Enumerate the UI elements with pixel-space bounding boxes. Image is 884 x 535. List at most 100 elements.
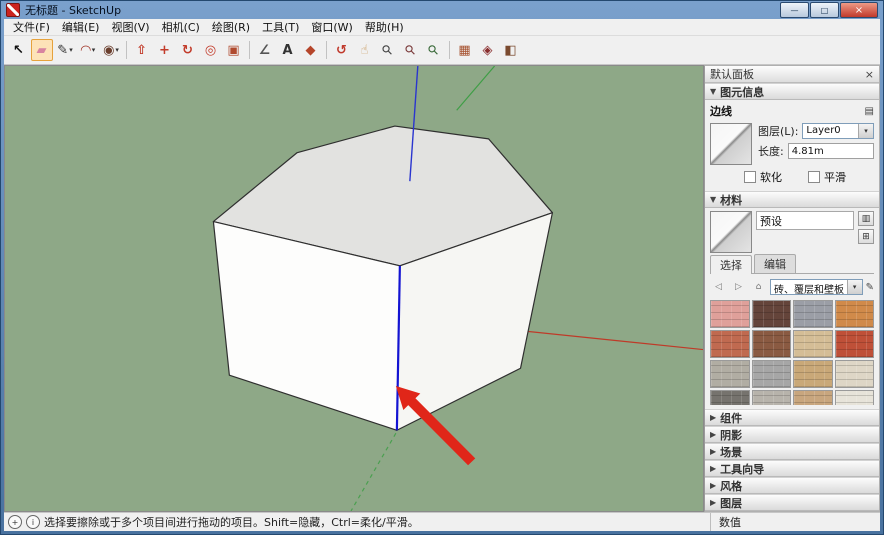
title-bar[interactable]: 无标题 - SketchUp — □ × [4, 1, 880, 19]
section-components[interactable]: ▶ 组件 [705, 409, 879, 426]
block-gray[interactable] [710, 360, 750, 388]
brick-pink-grid[interactable] [710, 300, 750, 328]
brick-cream[interactable] [835, 360, 875, 388]
entity-info-title: 图元信息 [720, 84, 764, 100]
brick-tan[interactable] [793, 360, 833, 388]
menu-item[interactable]: 文件(F) [7, 18, 56, 36]
siding-white[interactable] [835, 390, 875, 405]
menu-item[interactable]: 编辑(E) [56, 18, 106, 36]
zoom-window-button[interactable]: ⚲ [400, 39, 422, 61]
tape-measure-icon: ∠ [259, 44, 271, 57]
length-label: 长度: [758, 143, 784, 159]
tab-edit[interactable]: 编辑 [754, 254, 796, 273]
toolbar-separator[interactable] [326, 41, 327, 59]
collapse-arrow-icon: ▶ [710, 481, 716, 490]
brick-dark-brown[interactable] [752, 300, 792, 328]
brick-red[interactable] [835, 330, 875, 358]
brick-gray-mixed[interactable] [793, 300, 833, 328]
smooth-label: 平滑 [824, 169, 846, 185]
material-preview-thumbnail [710, 211, 752, 253]
entity-info-section-header[interactable]: ▼ 图元信息 [705, 83, 879, 100]
stone-light-gray[interactable] [752, 390, 792, 405]
layer-select[interactable]: Layer0 ▾ [802, 123, 874, 139]
section-shadows[interactable]: ▶ 阴影 [705, 426, 879, 443]
smooth-checkbox-row[interactable]: 平滑 [808, 169, 846, 185]
material-name-field[interactable]: 预设 [756, 211, 854, 230]
materials-section-header[interactable]: ▼ 材料 [705, 191, 879, 208]
section-styles[interactable]: ▶ 风格 [705, 477, 879, 494]
block-orange[interactable] [835, 300, 875, 328]
soften-checkbox[interactable] [744, 171, 756, 183]
shape-tools-button[interactable]: ◉ ▾ [100, 39, 122, 61]
toolbar-separator[interactable] [126, 41, 127, 59]
stone-dark-gray[interactable] [710, 390, 750, 405]
rotate-button[interactable]: ↻ [177, 39, 199, 61]
close-button[interactable]: × [840, 2, 878, 18]
menu-item[interactable]: 相机(C) [156, 18, 206, 36]
offset-button[interactable]: ◎ [200, 39, 222, 61]
zoom-extents-button[interactable]: ⚲ [423, 39, 445, 61]
panel-close-icon[interactable]: × [865, 68, 874, 81]
forward-icon[interactable]: ▷ [730, 279, 747, 295]
sample-paint-icon[interactable]: ✎ [866, 282, 874, 293]
section-instructor[interactable]: ▶ 工具向导 [705, 460, 879, 477]
orbit-button[interactable]: ↺ [331, 39, 353, 61]
toolbar-separator[interactable] [249, 41, 250, 59]
secondary-pane-icon[interactable]: ▥ [858, 211, 874, 226]
in-model-home-icon[interactable]: ⌂ [750, 279, 767, 295]
menu-item[interactable]: 窗口(W) [305, 18, 358, 36]
brick-gray[interactable] [752, 360, 792, 388]
smooth-checkbox[interactable] [808, 171, 820, 183]
pushpull-button[interactable]: ⇧ [131, 39, 153, 61]
viewport-canvas[interactable] [4, 65, 704, 512]
collapse-arrow-icon: ▼ [710, 195, 716, 204]
move-button[interactable]: + [154, 39, 176, 61]
panel-title: 默认面板 [710, 66, 865, 82]
dropdown-arrow-icon[interactable]: ▾ [847, 280, 862, 294]
arc-tools-button[interactable]: ◠ ▾ [77, 39, 99, 61]
minimize-button[interactable]: — [780, 2, 809, 18]
scale-button[interactable]: ▣ [223, 39, 245, 61]
section-layers[interactable]: ▶ 图层 [705, 494, 879, 511]
text-button[interactable]: A [277, 39, 299, 61]
section-label: 组件 [720, 410, 742, 426]
dropdown-arrow-icon[interactable]: ▾ [858, 124, 873, 138]
arc-icon: ◠ [81, 44, 91, 57]
eraser-button[interactable]: ▰ [31, 39, 53, 61]
tape-measure-button[interactable]: ∠ [254, 39, 276, 61]
tab-select[interactable]: 选择 [710, 255, 752, 274]
details-icon[interactable]: ▤ [865, 106, 874, 117]
length-input[interactable]: 4.81m [788, 143, 874, 159]
create-material-icon[interactable]: ⊞ [858, 229, 874, 244]
zoom-button[interactable]: ⚲ [377, 39, 399, 61]
line-tool-button[interactable]: ✎ ▾ [54, 39, 76, 61]
material-category-select[interactable]: 砖、覆层和壁板 ▾ [770, 279, 863, 295]
pan-button[interactable]: ☝ [354, 39, 376, 61]
menu-item[interactable]: 帮助(H) [359, 18, 410, 36]
geolocation-icon[interactable]: + [8, 515, 22, 529]
soften-checkbox-row[interactable]: 软化 [744, 169, 782, 185]
menu-item[interactable]: 工具(T) [256, 18, 305, 36]
select-button[interactable]: ↖ [8, 39, 30, 61]
credits-icon[interactable]: i [26, 515, 40, 529]
materials-button[interactable]: ▦ [454, 39, 476, 61]
section-scenes[interactable]: ▶ 场景 [705, 443, 879, 460]
maximize-button[interactable]: □ [810, 2, 839, 18]
length-value: 4.81m [792, 146, 824, 157]
brick-tan-courses[interactable] [793, 330, 833, 358]
menu-item[interactable]: 绘图(R) [206, 18, 256, 36]
menu-item[interactable]: 视图(V) [105, 18, 155, 36]
styles-button[interactable]: ◧ [500, 39, 522, 61]
section-label: 阴影 [720, 427, 742, 443]
circle-shape-icon: ◉ [103, 44, 114, 57]
status-hint-text: 选择要擦除或于多个项目间进行拖动的项目。Shift=隐藏，Ctrl=柔化/平滑。 [44, 514, 706, 530]
brick-brown[interactable] [752, 330, 792, 358]
brick-rough-red[interactable] [710, 330, 750, 358]
paint-bucket-button[interactable]: ◆ [300, 39, 322, 61]
back-icon[interactable]: ◁ [710, 279, 727, 295]
components-button[interactable]: ◈ [477, 39, 499, 61]
toolbar-separator[interactable] [449, 41, 450, 59]
brick-beige[interactable] [793, 390, 833, 405]
scale-icon: ▣ [227, 44, 239, 57]
collapse-arrow-icon: ▶ [710, 430, 716, 439]
